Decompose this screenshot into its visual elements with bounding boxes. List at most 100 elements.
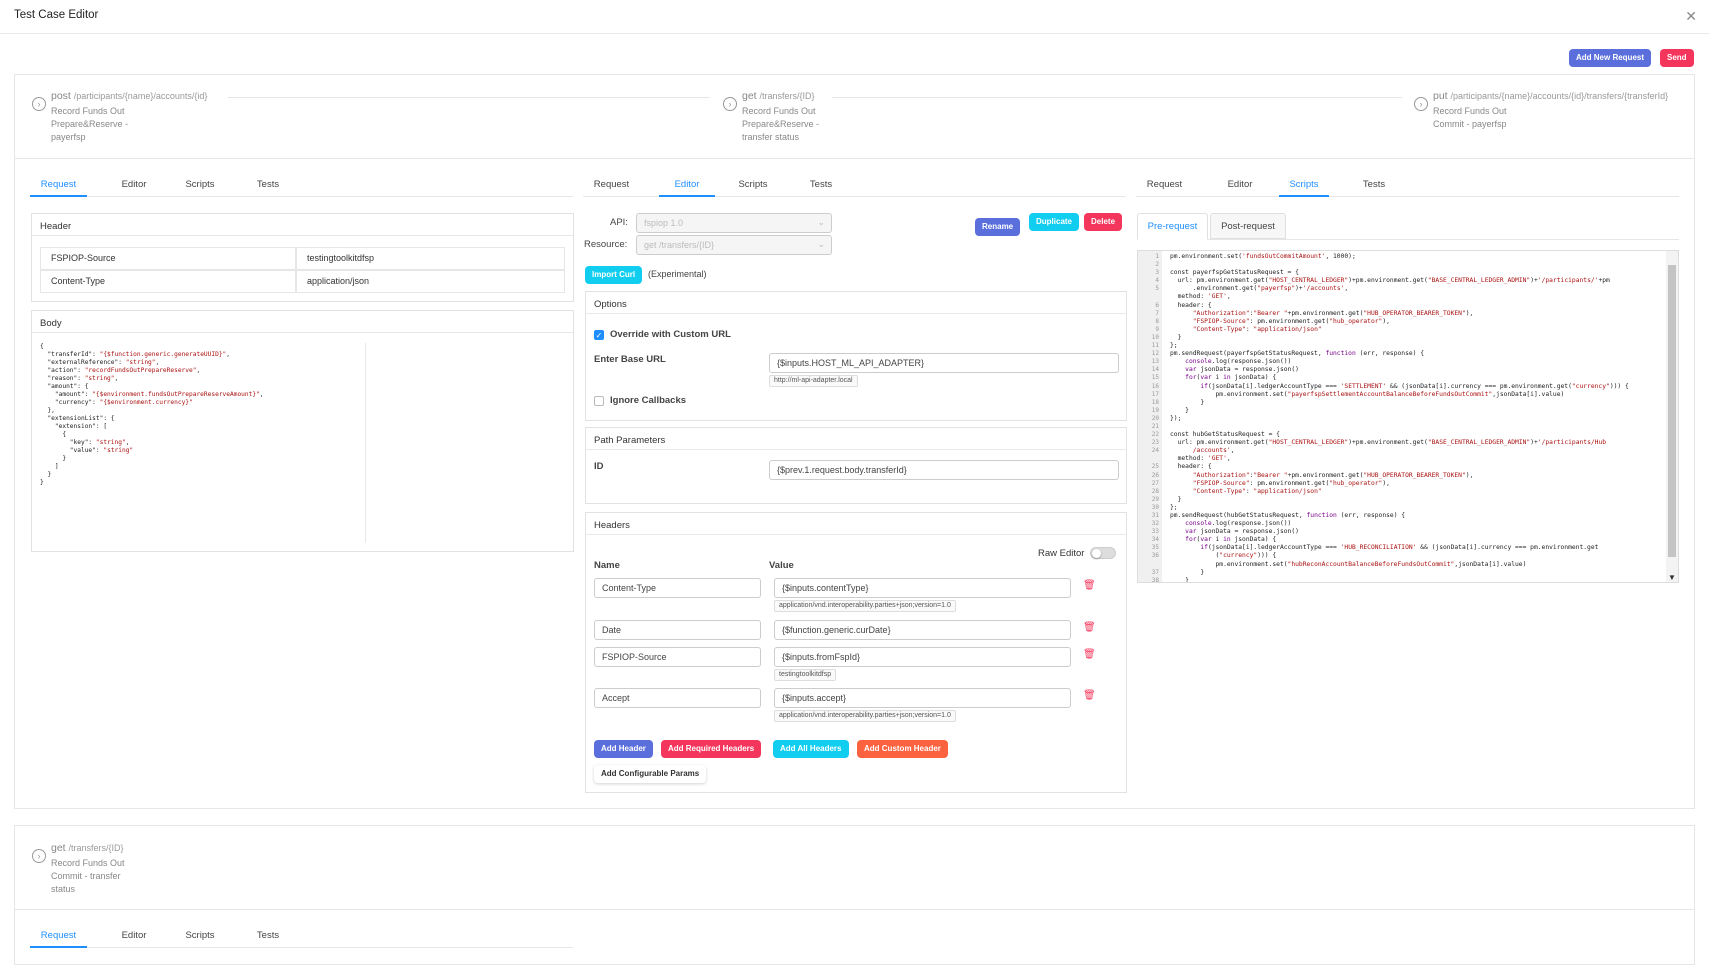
step-path: /transfers/{ID} bbox=[759, 91, 815, 101]
delete-button[interactable]: Delete bbox=[1084, 213, 1123, 231]
step-desc: Commit - transfer bbox=[51, 871, 121, 881]
header-value-hint: application/vnd.interoperability.parties… bbox=[774, 710, 956, 722]
add-all-headers-button[interactable]: Add All Headers bbox=[773, 740, 849, 758]
chevron-right-icon: › bbox=[1414, 97, 1428, 111]
resource-label: Resource: bbox=[584, 239, 628, 250]
tab-tests[interactable]: Tests bbox=[240, 928, 296, 948]
step-path: /participants/{name}/accounts/{id}/trans… bbox=[1450, 91, 1669, 101]
tab-editor[interactable]: Editor bbox=[659, 177, 715, 197]
step-connector bbox=[228, 97, 710, 98]
divider bbox=[14, 158, 1695, 159]
api-select-value: fspiop 1.0 bbox=[644, 218, 684, 228]
header-name-input[interactable]: FSPIOP-Source bbox=[594, 647, 761, 667]
header-value: application/json bbox=[296, 270, 565, 293]
tab-editor[interactable]: Editor bbox=[1212, 177, 1268, 197]
import-curl-button[interactable]: Import Curl bbox=[585, 266, 643, 284]
header-name-input[interactable]: Content-Type bbox=[594, 578, 761, 598]
duplicate-button[interactable]: Duplicate bbox=[1029, 213, 1080, 231]
header-value-input[interactable]: {$inputs.accept} bbox=[774, 688, 1071, 708]
header-title: Header bbox=[32, 214, 573, 236]
value-column-header: Value bbox=[769, 560, 794, 571]
headers-box: Headers Raw Editor Name Value Content-Ty… bbox=[585, 512, 1127, 793]
header-name-input[interactable]: Date bbox=[594, 620, 761, 640]
tab-request[interactable]: Request bbox=[1136, 177, 1193, 197]
tab-scripts[interactable]: Scripts bbox=[1279, 177, 1329, 197]
api-select[interactable]: fspiop 1.0 ⌄ bbox=[636, 213, 832, 233]
scripts-subtab-line bbox=[1137, 239, 1679, 240]
chevron-down-icon: ⌄ bbox=[817, 217, 825, 227]
base-url-hint: http://ml-api-adapter.local bbox=[769, 375, 858, 387]
header-name-input[interactable]: Accept bbox=[594, 688, 761, 708]
add-required-headers-button[interactable]: Add Required Headers bbox=[661, 740, 762, 758]
tab-scripts[interactable]: Scripts bbox=[172, 928, 228, 948]
tab-scripts[interactable]: Scripts bbox=[725, 177, 781, 197]
tab-post-request[interactable]: Post-request bbox=[1210, 213, 1286, 239]
trash-icon[interactable]: 🗑 bbox=[1083, 649, 1096, 660]
id-input[interactable]: {$prev.1.request.body.transferId} bbox=[769, 460, 1119, 480]
scroll-down-icon[interactable]: ▼ bbox=[1668, 573, 1676, 582]
id-label: ID bbox=[594, 461, 604, 472]
headers-title: Headers bbox=[586, 513, 1126, 535]
step-desc: transfer status bbox=[742, 132, 800, 142]
tab-tests[interactable]: Tests bbox=[240, 177, 296, 197]
header-value: testingtoolkitdfsp bbox=[296, 247, 565, 270]
script-editor[interactable]: 1 2 3 4 5 6 7 8 9 10 11 12 13 14 15 16 1… bbox=[1137, 250, 1679, 583]
script-scrollbar[interactable]: ▼ bbox=[1666, 251, 1678, 582]
step-desc: Record Funds Out bbox=[51, 858, 125, 868]
script-code[interactable]: pm.environment.set('fundsOutCommitAmount… bbox=[1170, 253, 1629, 582]
step-path: /transfers/{ID} bbox=[68, 843, 124, 853]
header-key: Content-Type bbox=[40, 270, 296, 293]
add-configurable-params-button[interactable]: Add Configurable Params bbox=[594, 765, 707, 783]
name-column-header: Name bbox=[594, 560, 620, 571]
tab-request[interactable]: Request bbox=[583, 177, 640, 197]
body-box: Body { "transferId": "{$function.generic… bbox=[31, 310, 574, 552]
header-value-input[interactable]: {$inputs.contentType} bbox=[774, 578, 1071, 598]
tab-request[interactable]: Request bbox=[30, 928, 87, 948]
window-title: Test Case Editor bbox=[14, 9, 99, 21]
resource-select[interactable]: get /transfers/{ID} ⌄ bbox=[636, 235, 832, 255]
tab-pre-request[interactable]: Pre-request bbox=[1137, 213, 1208, 240]
step-method: get bbox=[742, 90, 757, 102]
chevron-right-icon: › bbox=[32, 849, 46, 863]
tab-editor[interactable]: Editor bbox=[106, 177, 162, 197]
trash-icon[interactable]: 🗑 bbox=[1083, 690, 1096, 701]
rename-button[interactable]: Rename bbox=[975, 218, 1021, 236]
add-new-request-button[interactable]: Add New Request bbox=[1569, 49, 1652, 67]
tab-scripts[interactable]: Scripts bbox=[172, 177, 228, 197]
path-params-title: Path Parameters bbox=[586, 428, 1126, 450]
step-method: put bbox=[1433, 90, 1448, 102]
step-method: get bbox=[51, 842, 66, 854]
header-value-input[interactable]: {$inputs.fromFspId} bbox=[774, 647, 1071, 667]
trash-icon[interactable]: 🗑 bbox=[1083, 622, 1096, 633]
line-numbers: 1 2 3 4 5 6 7 8 9 10 11 12 13 14 15 16 1… bbox=[1138, 251, 1162, 582]
close-icon[interactable]: ✕ bbox=[1685, 8, 1697, 25]
tab-tests[interactable]: Tests bbox=[793, 177, 849, 197]
header-value-input[interactable]: {$function.generic.curDate} bbox=[774, 620, 1071, 640]
header-box: Header FSPIOP-Source testingtoolkitdfsp … bbox=[31, 213, 574, 302]
request-tabs-col1: Request Editor Scripts Tests bbox=[30, 177, 573, 197]
header-value-hint: application/vnd.interoperability.parties… bbox=[774, 600, 956, 612]
override-checkbox[interactable]: ✓ bbox=[594, 330, 604, 340]
tab-request[interactable]: Request bbox=[30, 177, 87, 197]
step-desc: Record Funds Out bbox=[742, 106, 816, 116]
send-button[interactable]: Send bbox=[1660, 49, 1694, 67]
raw-editor-label: Raw Editor bbox=[1038, 548, 1085, 559]
header-key: FSPIOP-Source bbox=[40, 247, 296, 270]
step-desc: payerfsp bbox=[51, 132, 86, 142]
add-header-button[interactable]: Add Header bbox=[594, 740, 653, 758]
raw-editor-toggle[interactable] bbox=[1090, 547, 1116, 559]
chevron-down-icon: ⌄ bbox=[817, 239, 825, 249]
tab-editor[interactable]: Editor bbox=[106, 928, 162, 948]
ignore-callbacks-checkbox[interactable] bbox=[594, 396, 604, 406]
body-json[interactable]: { "transferId": "{$function.generic.gene… bbox=[40, 343, 264, 487]
options-box: Options ✓ Override with Custom URL Enter… bbox=[585, 291, 1127, 421]
step-desc: Prepare&Reserve - bbox=[51, 119, 129, 129]
trash-icon[interactable]: 🗑 bbox=[1083, 580, 1096, 591]
experimental-label: (Experimental) bbox=[648, 269, 707, 279]
base-url-input[interactable]: {$inputs.HOST_ML_API_ADAPTER} bbox=[769, 353, 1119, 373]
add-custom-header-button[interactable]: Add Custom Header bbox=[857, 740, 948, 758]
scrollbar-thumb[interactable] bbox=[1668, 265, 1676, 557]
step-path: /participants/{name}/accounts/{id} bbox=[73, 91, 208, 101]
tab-tests[interactable]: Tests bbox=[1346, 177, 1402, 197]
body-title: Body bbox=[32, 311, 573, 333]
